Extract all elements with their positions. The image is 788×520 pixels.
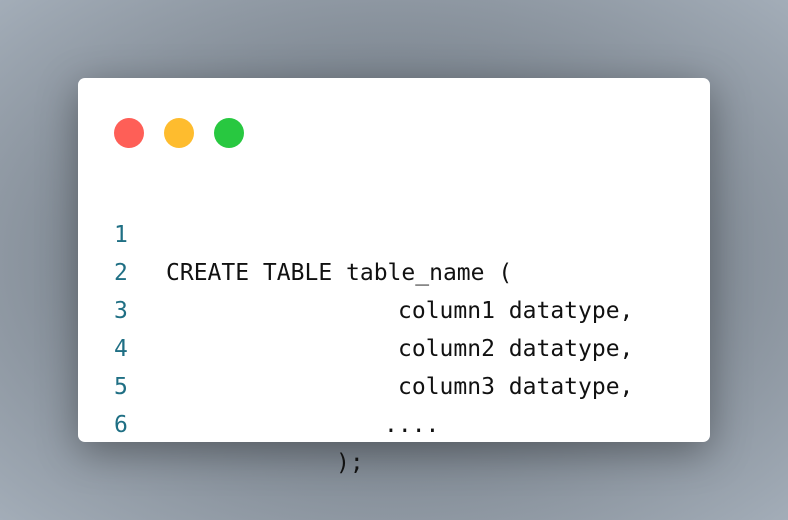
close-dot-icon[interactable] (114, 118, 144, 148)
code-line: 2 column1 datatype, (78, 216, 710, 324)
line-number: 6 (114, 412, 128, 438)
code-line: 3 column2 datatype, (78, 254, 710, 362)
code-text: .... (384, 412, 440, 438)
code-line: 4 column3 datatype, (78, 292, 710, 400)
code-line: 1 CREATE TABLE table_name ( (78, 178, 710, 286)
code-block: 1 CREATE TABLE table_name ( 2 column1 da… (78, 178, 710, 476)
code-line: 5 .... (78, 330, 710, 438)
maximize-dot-icon[interactable] (214, 118, 244, 148)
code-text: ); (336, 450, 364, 476)
code-window: 1 CREATE TABLE table_name ( 2 column1 da… (78, 78, 710, 476)
code-line: 6 ); (78, 368, 710, 476)
minimize-dot-icon[interactable] (164, 118, 194, 148)
